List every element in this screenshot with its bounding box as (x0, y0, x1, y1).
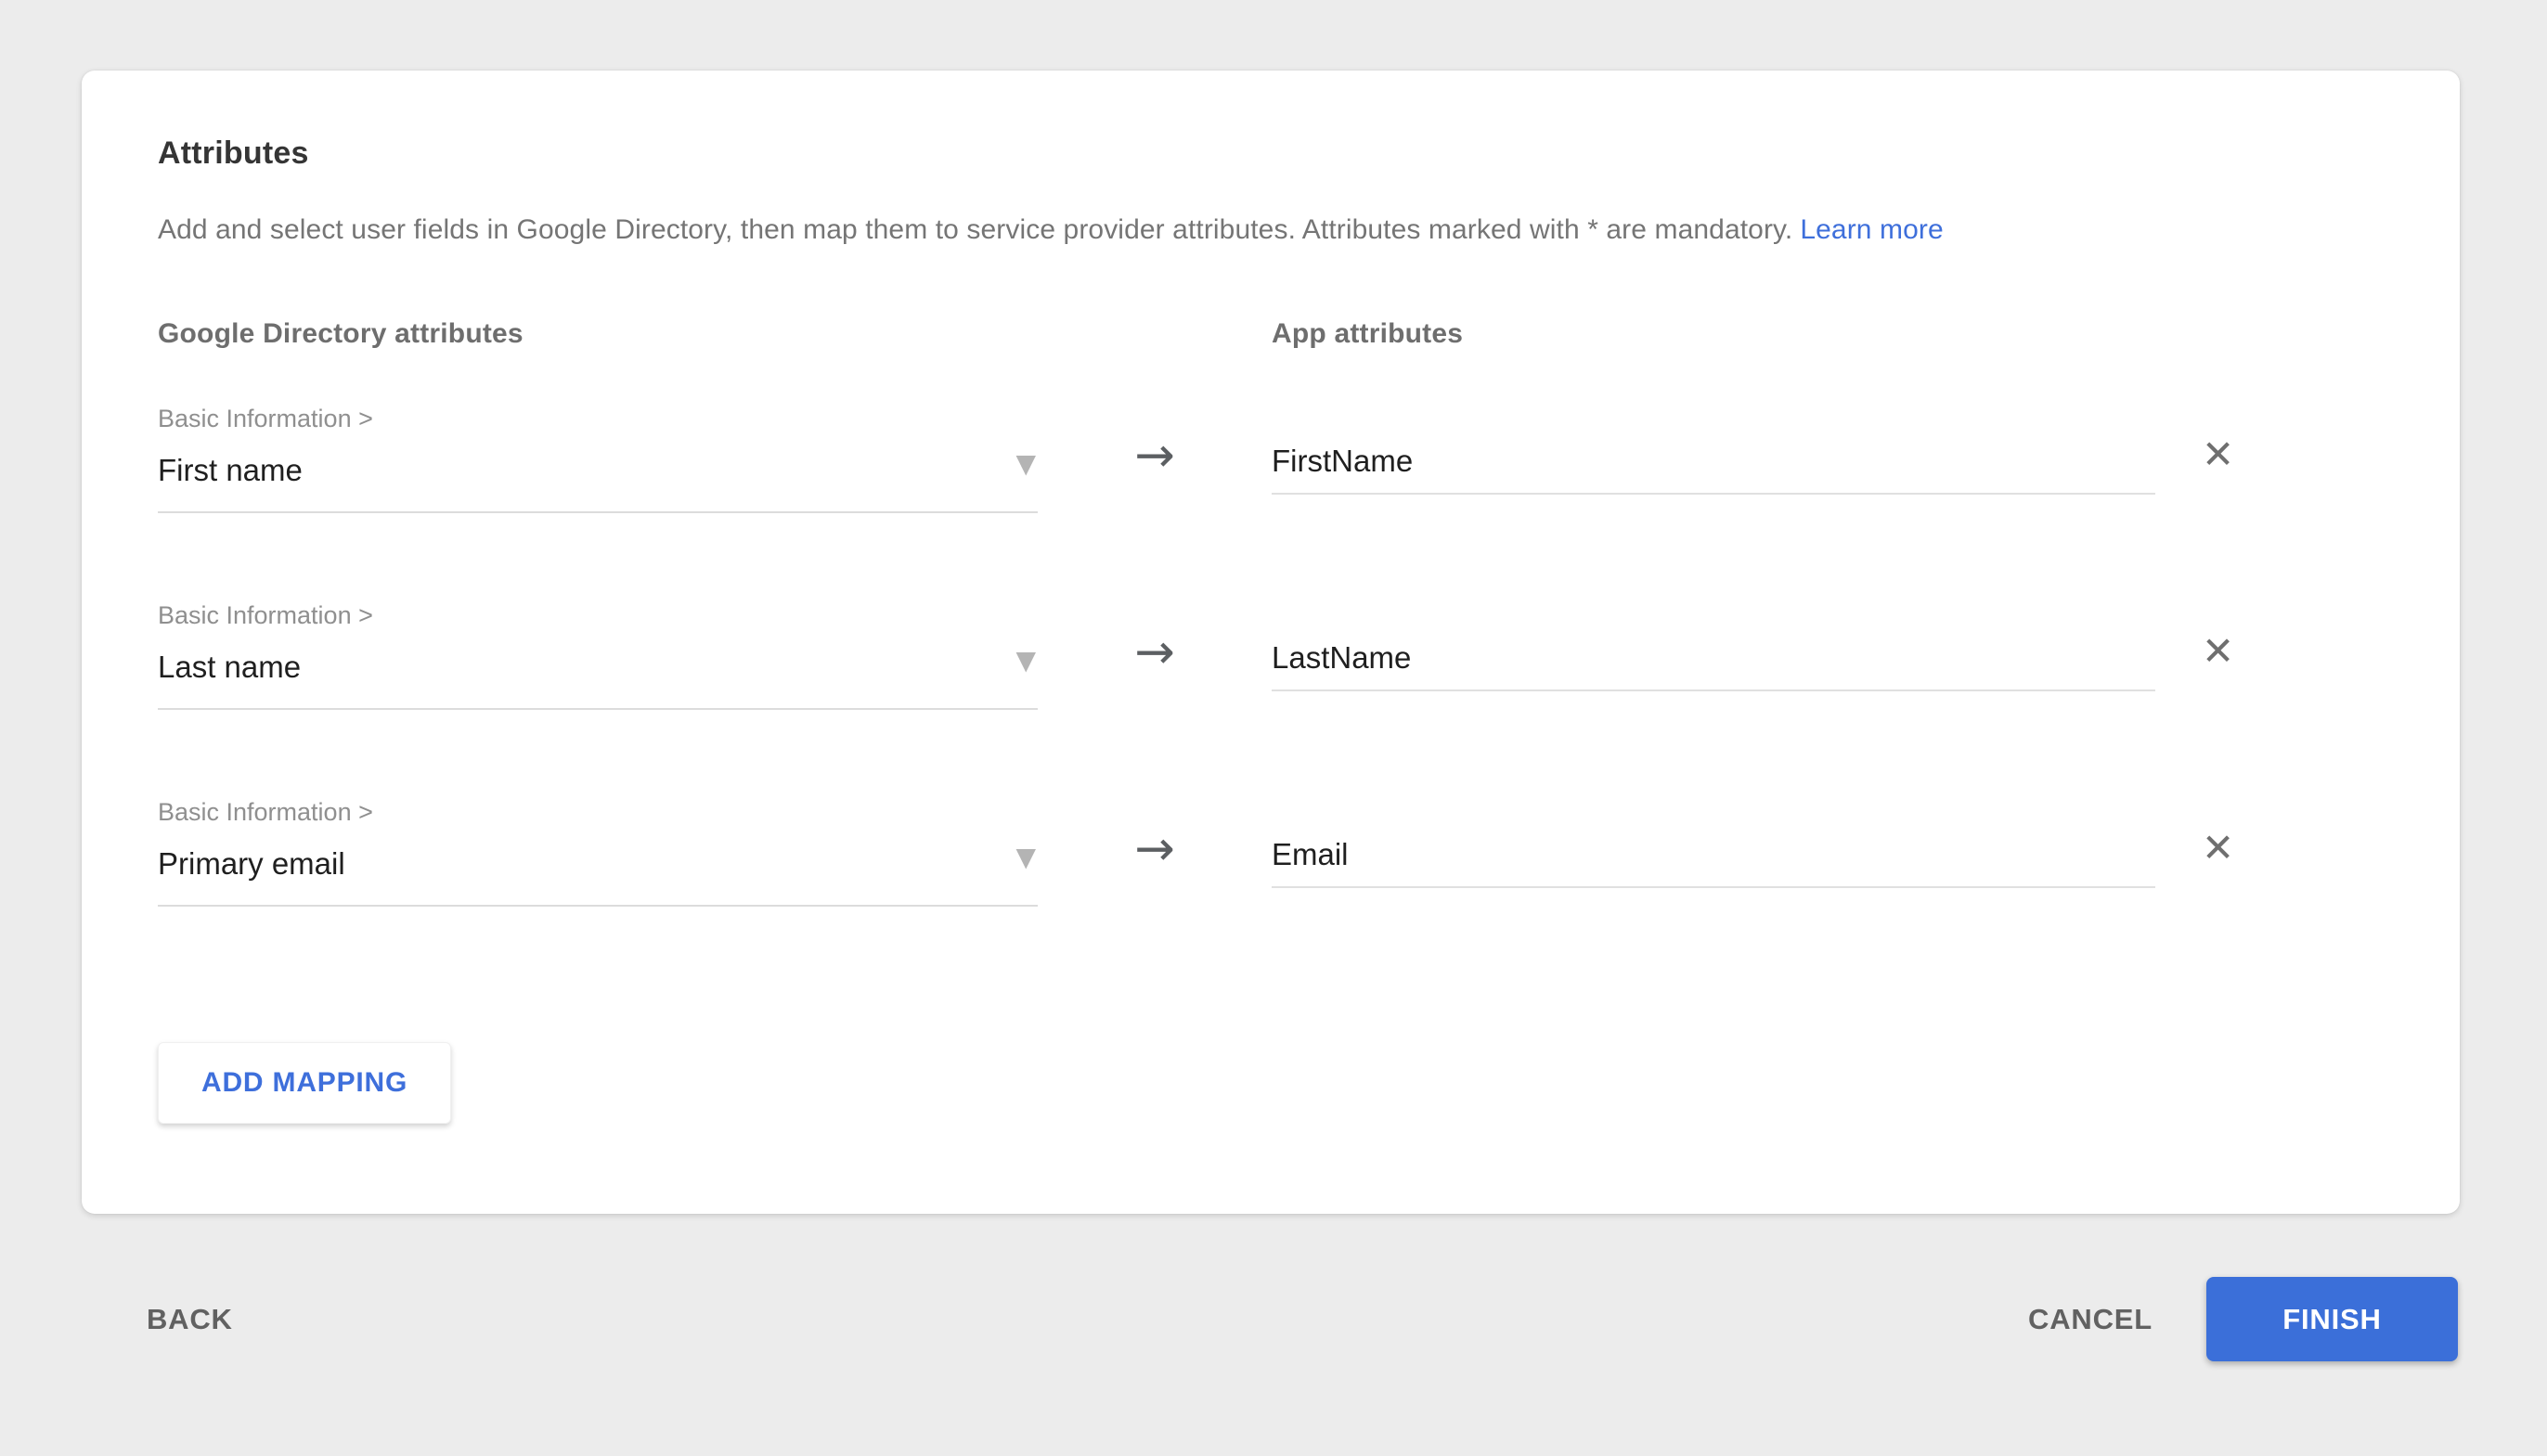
directory-category-label: Basic Information > (158, 797, 1038, 827)
mapping-row: Basic Information > Primary email ▼ → ✕ (158, 797, 2460, 907)
arrow-cell: → (1038, 797, 1272, 873)
remove-cell: ✕ (2155, 797, 2322, 868)
app-attribute-cell (1272, 600, 2155, 691)
learn-more-link[interactable]: Learn more (1800, 214, 1943, 245)
remove-mapping-button[interactable]: ✕ (2202, 435, 2234, 474)
mapping-row: Basic Information > First name ▼ → ✕ (158, 404, 2460, 513)
app-attribute-input[interactable] (1272, 626, 2155, 691)
remove-cell: ✕ (2155, 404, 2322, 474)
app-attribute-input[interactable] (1272, 823, 2155, 888)
attributes-card: Attributes Add and select user fields in… (82, 71, 2460, 1214)
app-attribute-cell (1272, 797, 2155, 888)
close-icon: ✕ (2202, 432, 2234, 477)
maps-to-arrow-icon: → (1134, 628, 1175, 676)
directory-attribute-cell: Basic Information > First name ▼ (158, 404, 1038, 513)
directory-attribute-cell: Basic Information > Last name ▼ (158, 600, 1038, 710)
remove-cell: ✕ (2155, 600, 2322, 671)
page-title: Attributes (158, 135, 2460, 172)
directory-attribute-select[interactable]: First name ▼ (158, 446, 1038, 513)
add-mapping-button[interactable]: ADD MAPPING (158, 1042, 451, 1124)
arrow-cell: → (1038, 404, 1272, 480)
directory-attribute-value: Last name (158, 649, 301, 686)
footer-bar: BACK CANCEL FINISH (82, 1277, 2458, 1361)
description-text: Add and select user fields in Google Dir… (158, 214, 2460, 246)
app-attributes-column-header: App attributes (1272, 318, 2155, 350)
description-body: Add and select user fields in Google Dir… (158, 214, 1792, 245)
directory-attribute-select[interactable]: Primary email ▼ (158, 840, 1038, 907)
remove-mapping-button[interactable]: ✕ (2202, 632, 2234, 671)
mapping-rows: Basic Information > First name ▼ → ✕ Bas… (158, 404, 2460, 907)
directory-attribute-cell: Basic Information > Primary email ▼ (158, 797, 1038, 907)
footer-right-group: CANCEL FINISH (2028, 1277, 2458, 1361)
mapping-row: Basic Information > Last name ▼ → ✕ (158, 600, 2460, 710)
column-headers: Google Directory attributes App attribut… (158, 318, 2460, 350)
close-icon: ✕ (2202, 825, 2234, 870)
directory-attribute-value: First name (158, 452, 303, 489)
directory-category-label: Basic Information > (158, 404, 1038, 433)
maps-to-arrow-icon: → (1134, 432, 1175, 480)
dropdown-arrow-icon[interactable]: ▼ (1015, 645, 1036, 676)
close-icon: ✕ (2202, 628, 2234, 674)
dropdown-arrow-icon[interactable]: ▼ (1015, 448, 1036, 479)
remove-mapping-button[interactable]: ✕ (2202, 829, 2234, 868)
finish-button[interactable]: FINISH (2206, 1277, 2458, 1361)
google-directory-column-header: Google Directory attributes (158, 318, 1038, 350)
maps-to-arrow-icon: → (1134, 825, 1175, 873)
directory-category-label: Basic Information > (158, 600, 1038, 630)
back-button[interactable]: BACK (147, 1303, 233, 1336)
cancel-button[interactable]: CANCEL (2028, 1303, 2153, 1336)
arrow-cell: → (1038, 600, 1272, 676)
app-attribute-cell (1272, 404, 2155, 495)
directory-attribute-value: Primary email (158, 845, 345, 883)
directory-attribute-select[interactable]: Last name ▼ (158, 643, 1038, 710)
dropdown-arrow-icon[interactable]: ▼ (1015, 842, 1036, 872)
app-attribute-input[interactable] (1272, 430, 2155, 495)
